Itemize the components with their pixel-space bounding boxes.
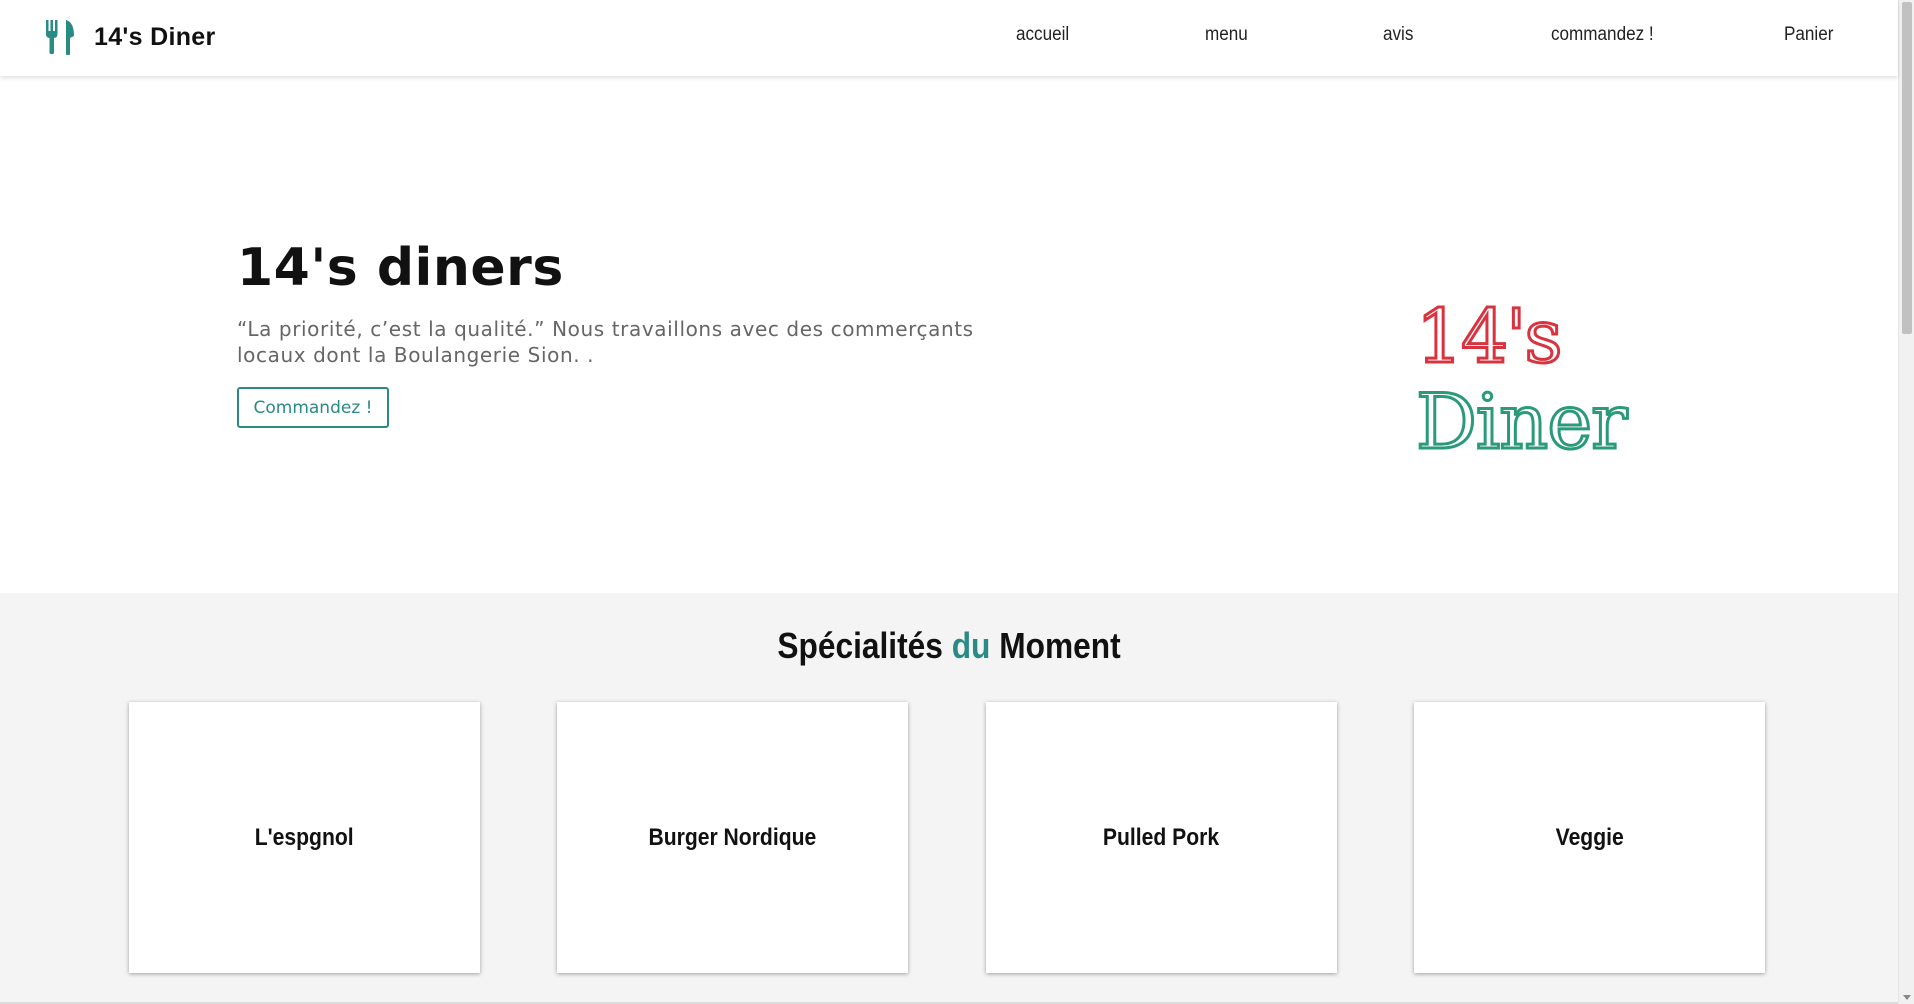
card-name: Burger Nordique [648, 823, 817, 851]
specials-title: Spécialités du Moment [114, 625, 1784, 667]
vertical-scrollbar[interactable] [1898, 0, 1914, 1004]
nav-panier[interactable]: Panier [1784, 24, 1833, 46]
special-card[interactable]: Veggie [1414, 702, 1765, 973]
utensils-icon [46, 20, 74, 55]
scrollbar-thumb[interactable] [1902, 2, 1912, 334]
hero-text: “La priorité, c’est la qualité.” Nous tr… [237, 317, 974, 367]
nav-commandez[interactable]: commandez ! [1551, 24, 1654, 46]
nav-avis[interactable]: avis [1383, 24, 1413, 46]
hero-title: 14's diners [237, 238, 564, 298]
special-card[interactable]: L'espgnol [129, 702, 480, 973]
nav-accueil[interactable]: accueil [1016, 24, 1069, 46]
brand[interactable]: 14's Diner [44, 18, 216, 56]
logo-line-1: 14's [1416, 298, 1560, 380]
brand-name: 14's Diner [94, 22, 216, 51]
card-name: Veggie [1555, 823, 1624, 851]
hero-section: 14's diners “La priorité, c’est la quali… [0, 76, 1898, 593]
specials-section: Spécialités du Moment L'espgnol Burger N… [0, 593, 1898, 1004]
scroll-down-icon[interactable] [1903, 995, 1911, 1000]
nav-menu[interactable]: menu [1205, 24, 1248, 46]
logo-line-2: Diner [1416, 377, 1628, 458]
card-name: L'espgnol [255, 823, 354, 851]
top-navbar: 14's Diner accueil menu avis commandez !… [0, 0, 1898, 76]
specials-title-accent: du [951, 625, 991, 666]
special-card[interactable]: Pulled Pork [986, 702, 1337, 973]
diner-logo: 14's Diner [1415, 298, 1631, 458]
special-card[interactable]: Burger Nordique [557, 702, 908, 973]
specials-title-part2: Moment [999, 625, 1121, 666]
specials-title-part1: Spécialités [777, 625, 943, 666]
card-name: Pulled Pork [1103, 823, 1220, 851]
order-button[interactable]: Commandez ! [237, 387, 389, 428]
